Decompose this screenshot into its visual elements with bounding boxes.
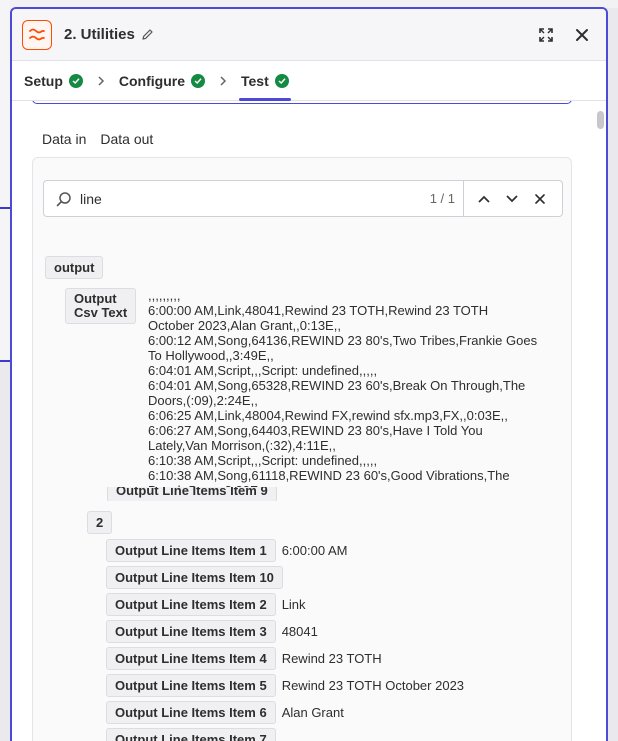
- line-item-key[interactable]: Output Line Items Item 3: [106, 620, 276, 643]
- key-line: Csv Text: [74, 305, 128, 320]
- line-item-row: Output Line Items Item 4 Rewind 23 TOTH: [106, 647, 382, 670]
- line-item-row: Output Line Items Item 10: [106, 566, 289, 589]
- line-item-row: Output Line Items Item 5 Rewind 23 TOTH O…: [106, 674, 464, 697]
- csv-line: 6:10:38 AM,Script,,,Script: undefined,,,…: [148, 453, 378, 468]
- step-panel: 2. Utilities Setup Configure Test Data i…: [10, 7, 608, 741]
- line-item-row: Output Line Items Item 1 6:00:00 AM: [106, 539, 347, 562]
- line-items-box: Output Line Items Item 9 2 Output Line I…: [32, 487, 572, 741]
- line-item-row: Output Line Items Item 7: [106, 728, 282, 741]
- csv-line: October 2023,Alan Grant,,0:13E,,: [148, 318, 341, 333]
- csv-line: 6:00:12 AM,Song,64136,REWIND 23 80's,Two…: [148, 333, 538, 348]
- search-divider: [463, 180, 464, 217]
- line-item-index[interactable]: 2: [87, 511, 113, 534]
- line-item-key[interactable]: Output Line Items Item 7: [106, 728, 276, 741]
- check-circle-icon: [191, 73, 205, 88]
- background-canvas: [0, 0, 10, 362]
- panel-header: 2. Utilities: [12, 9, 606, 61]
- tab-label: Configure: [118, 72, 185, 89]
- tab-label: Setup: [24, 72, 63, 89]
- line-item-key[interactable]: Output Line Items Item 6: [106, 701, 276, 724]
- step-tabs: Setup Configure Test: [12, 61, 606, 101]
- key-line: Output: [74, 291, 117, 306]
- expand-icon[interactable]: [534, 23, 558, 47]
- pencil-icon[interactable]: [141, 28, 154, 41]
- utilities-app-icon: [22, 19, 52, 50]
- line-item-key[interactable]: Output Line Items Item 2: [106, 593, 276, 616]
- line-item-key[interactable]: Output Line Items Item 9: [107, 487, 277, 501]
- line-item-value: 6:00:00 AM: [281, 543, 348, 558]
- canvas-connector: [0, 207, 10, 209]
- line-item-value: Alan Grant: [281, 705, 344, 720]
- csv-line: To Hollywood,,3:49E,,: [148, 348, 274, 363]
- cut-off-item: Output Line Items Item 9: [107, 487, 277, 501]
- panel-title: 2. Utilities: [64, 26, 135, 43]
- tab-label: Test: [241, 72, 269, 89]
- check-circle-icon: [274, 73, 289, 88]
- search-bar: 1 / 1: [43, 180, 563, 217]
- output-key[interactable]: output: [45, 256, 104, 279]
- search-icon: [56, 191, 72, 207]
- test-content: Data in Data out 1 / 1: [12, 101, 606, 741]
- line-item-key[interactable]: Output Line Items Item 10: [106, 566, 283, 589]
- tab-setup[interactable]: Setup: [24, 61, 83, 101]
- tab-test[interactable]: Test: [239, 61, 291, 101]
- chevron-right-icon: [97, 75, 105, 87]
- csv-line: 6:00:00 AM,Link,48041,Rewind 23 TOTH,Rew…: [148, 303, 489, 318]
- csv-line: ,,,,,,,,,: [148, 288, 181, 303]
- csv-line: Lately,Van Morrison,(:32),4:11E,,: [148, 438, 336, 453]
- csv-line: 6:06:25 AM,Link,48004,Rewind FX,rewind s…: [148, 408, 508, 423]
- output-csv-text-value: ,,,,,,,,, 6:00:00 AM,Link,48041,Rewind 23…: [148, 288, 566, 498]
- line-item-row: Output Line Items Item 6 Alan Grant: [106, 701, 344, 724]
- chevron-right-icon: [219, 75, 227, 87]
- scrollbar-track[interactable]: [596, 107, 604, 741]
- search-result-count: 1 / 1: [429, 191, 455, 206]
- close-icon[interactable]: [570, 23, 594, 47]
- line-item-value: Rewind 23 TOTH: [281, 651, 382, 666]
- line-item-key[interactable]: Output Line Items Item 4: [106, 647, 276, 670]
- csv-line: 6:04:01 AM,Script,,,Script: undefined,,,…: [148, 363, 378, 378]
- csv-line: 6:04:01 AM,Song,65328,REWIND 23 60's,Bre…: [148, 378, 526, 393]
- check-circle-icon: [68, 73, 83, 88]
- tab-data-out[interactable]: Data out: [98, 123, 156, 159]
- line-item-row: Output Line Items Item 3 48041: [106, 620, 318, 643]
- csv-line: 6:10:38 AM,Song,61118,REWIND 23 60's,Goo…: [148, 468, 510, 483]
- csv-line: 6:06:27 AM,Song,64403,REWIND 23 80's,Hav…: [148, 423, 483, 438]
- line-item-value: 48041: [281, 624, 318, 639]
- chevron-up-icon[interactable]: [470, 185, 498, 213]
- line-item-value: Rewind 23 TOTH October 2023: [281, 678, 465, 693]
- canvas-connector: [0, 360, 10, 362]
- data-tabs: Data in Data out: [42, 123, 167, 159]
- csv-line: Doors,(:09),2:24E,,: [148, 393, 258, 408]
- line-item-key[interactable]: Output Line Items Item 1: [106, 539, 276, 562]
- line-items-section: Output Line Items Item 9 2 Output Line I…: [12, 487, 606, 741]
- tab-configure[interactable]: Configure: [119, 61, 205, 101]
- search-input[interactable]: [80, 190, 410, 207]
- chevron-down-icon[interactable]: [498, 185, 526, 213]
- line-item-value: Link: [281, 597, 306, 612]
- line-item-row: Output Line Items Item 2 Link: [106, 593, 306, 616]
- previous-field-edge: [32, 101, 572, 104]
- tab-data-in[interactable]: Data in: [42, 123, 86, 153]
- line-item-key[interactable]: Output Line Items Item 5: [106, 674, 276, 697]
- output-csv-text-key[interactable]: Output Csv Text: [65, 288, 137, 324]
- clear-search-icon[interactable]: [526, 185, 554, 213]
